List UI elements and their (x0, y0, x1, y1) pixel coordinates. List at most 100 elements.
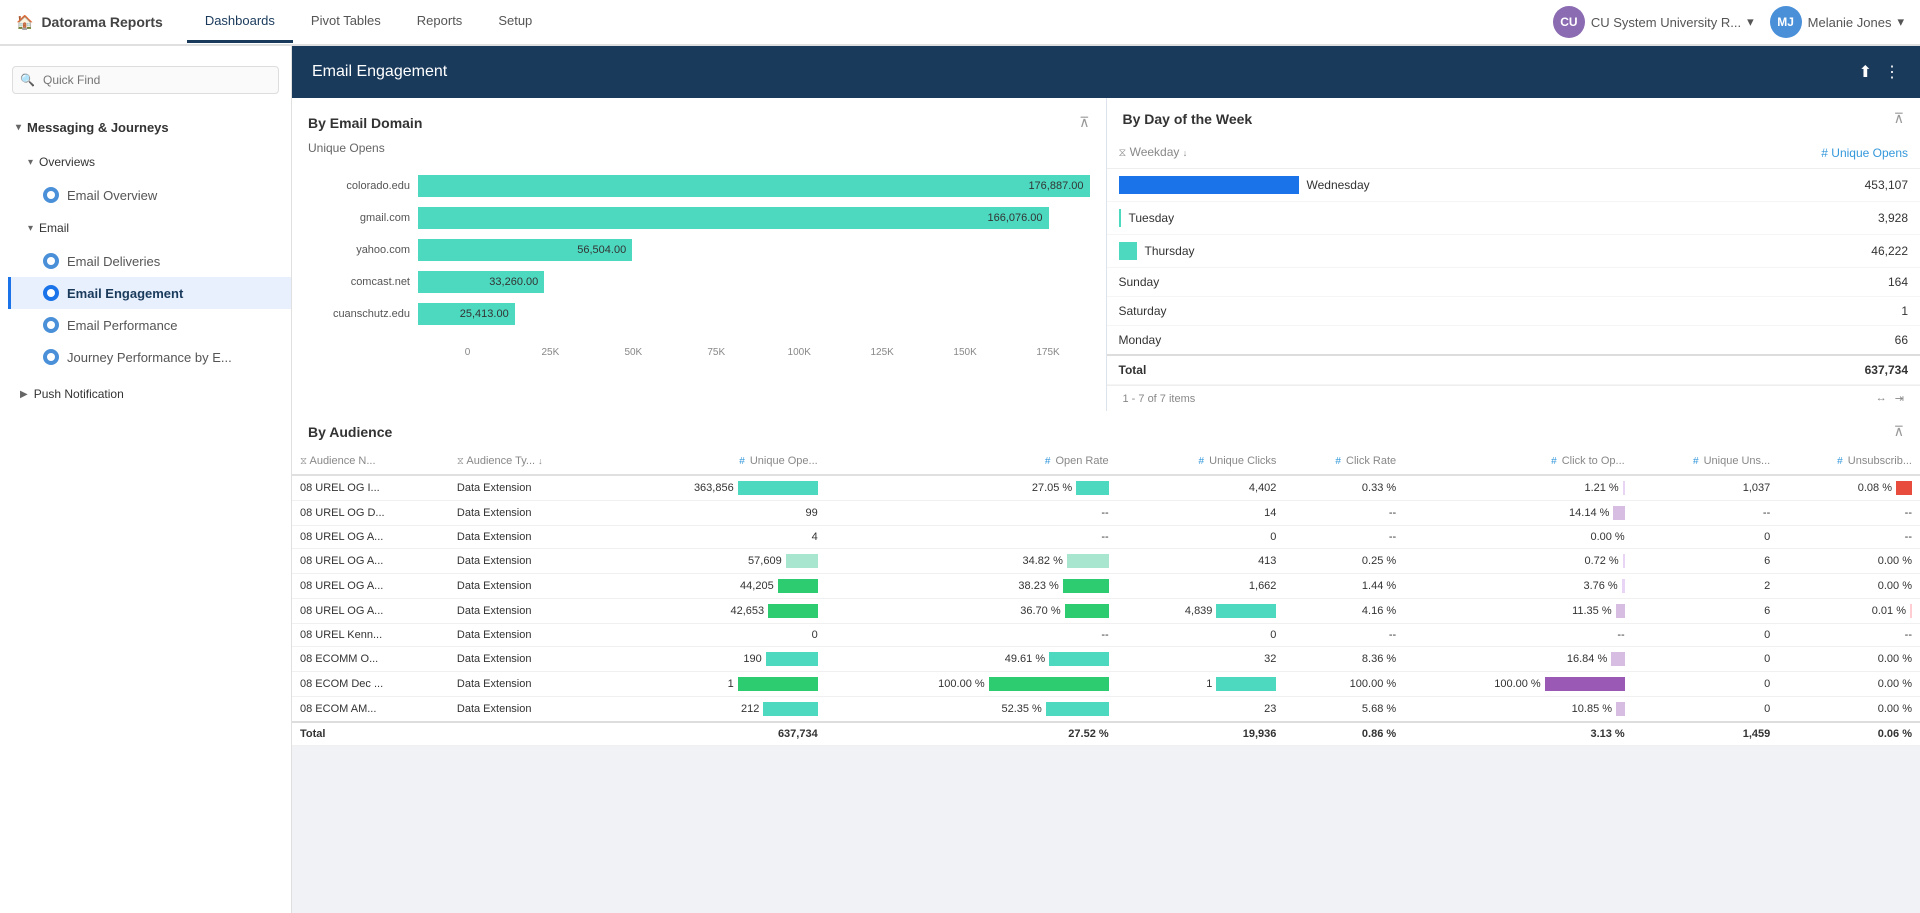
email-domain-bar-chart: colorado.edu 176,887.00 gmail.com 166,07… (308, 167, 1090, 343)
axis-50k: 50K (592, 347, 675, 358)
email-header[interactable]: ▾ Email (8, 211, 291, 245)
click-to-open-cell: 16.84 % (1404, 647, 1633, 672)
unsub-rate-cell: 0.00 % (1778, 647, 1920, 672)
tab-setup[interactable]: Setup (480, 1, 550, 43)
day-of-week-card-header: By Day of the Week ⊼ (1107, 98, 1920, 127)
bar-container-colorado: 176,887.00 (418, 175, 1090, 197)
total-unique-clicks: 19,936 (1117, 722, 1285, 746)
audience-name-cell: 08 UREL OG A... (292, 574, 449, 599)
fullscreen-icon[interactable]: ⇥ (1895, 392, 1904, 405)
open-rate-cell: -- (826, 624, 1117, 647)
total-open-rate: 27.52 % (826, 722, 1117, 746)
col-open-rate-label: Open Rate (1055, 455, 1108, 467)
day-of-week-filter-icon[interactable]: ⊼ (1894, 110, 1904, 127)
sidebar-item-email-performance[interactable]: Email Performance (8, 309, 291, 341)
email-engagement-dot (43, 285, 59, 301)
col-unique-clicks[interactable]: # Unique Clicks (1117, 448, 1285, 475)
sidebar-item-email-deliveries[interactable]: Email Deliveries (8, 245, 291, 277)
col-unique-opens: # Unique Opens (1687, 137, 1920, 169)
bar-value-cuanschutz: 25,413.00 (460, 308, 509, 320)
tab-dashboards[interactable]: Dashboards (187, 1, 293, 43)
unique-unsub-cell: 2 (1633, 574, 1779, 599)
open-rate-cell: 52.35 % (826, 697, 1117, 723)
col-unique-ope[interactable]: # Unique Ope... (608, 448, 826, 475)
unique-unsub-cell: 0 (1633, 647, 1779, 672)
table-row: Wednesday 453,107 (1107, 169, 1920, 202)
sidebar-item-journey-performance[interactable]: Journey Performance by E... (8, 341, 291, 373)
total-unique-opens: 637,734 (608, 722, 826, 746)
expand-icon[interactable]: ↔ (1876, 392, 1887, 405)
more-options-button[interactable]: ⋮ (1884, 62, 1900, 82)
col-unique-unsub[interactable]: # Unique Uns... (1633, 448, 1779, 475)
sidebar-search-area: 🔍 (0, 58, 291, 102)
sidebar-item-email-overview[interactable]: Email Overview (8, 179, 291, 211)
unique-opens-cell: 99 (608, 501, 826, 526)
click-rate-cell: 0.33 % (1284, 475, 1404, 501)
sidebar-section-messaging-header[interactable]: ▾ Messaging & Journeys (0, 110, 291, 145)
col-audience-name[interactable]: ⧖ Audience N... (292, 448, 449, 475)
bar-row-gmail: gmail.com 166,076.00 (308, 207, 1090, 229)
unique-unsub-cell: 1,037 (1633, 475, 1779, 501)
overviews-header[interactable]: ▾ Overviews (8, 145, 291, 179)
unique-clicks-col-icon: # (1199, 456, 1205, 467)
unsub-rate-cell: -- (1778, 501, 1920, 526)
unique-clicks-cell: 32 (1117, 647, 1285, 672)
col-audience-type[interactable]: ⧖ Audience Ty... ↓ (449, 448, 608, 475)
col-click-rate[interactable]: # Click Rate (1284, 448, 1404, 475)
table-row: Sunday 164 (1107, 268, 1920, 297)
audience-table-row: 08 ECOM Dec ... Data Extension 1 100.00 … (292, 672, 1920, 697)
bar-fill-comcast: 33,260.00 (418, 271, 544, 293)
email-chevron-icon: ▾ (28, 223, 33, 234)
push-notification-label: Push Notification (34, 387, 124, 401)
total-type (449, 722, 608, 746)
bar-label-colorado: colorado.edu (308, 180, 418, 192)
day-total-opens: 637,734 (1687, 355, 1920, 385)
open-rate-cell: 36.70 % (826, 599, 1117, 624)
col-click-to-open[interactable]: # Click to Op... (1404, 448, 1633, 475)
audience-filter-icon[interactable]: ⊼ (1894, 423, 1904, 440)
push-notification-header[interactable]: ▶ Push Notification (0, 377, 291, 411)
unique-opens-cell: 44,205 (608, 574, 826, 599)
sort-weekday-icon[interactable]: ↓ (1183, 148, 1188, 158)
axis-125k: 125K (841, 347, 924, 358)
tab-reports[interactable]: Reports (399, 1, 481, 43)
col-open-rate[interactable]: # Open Rate (826, 448, 1117, 475)
user-name: Melanie Jones (1808, 15, 1892, 30)
workspace-chevron-icon: ▾ (1747, 14, 1754, 30)
day-total-label: Total (1107, 355, 1687, 385)
col-unique-ope-label: Unique Ope... (750, 455, 818, 467)
click-to-open-cell: 1.21 % (1404, 475, 1633, 501)
audience-table-row: 08 UREL Kenn... Data Extension 0 -- 0 --… (292, 624, 1920, 647)
tuesday-opens: 3,928 (1687, 202, 1920, 235)
bar-row-yahoo: yahoo.com 56,504.00 (308, 239, 1090, 261)
day-total-row: Total 637,734 (1107, 355, 1920, 385)
workspace-selector[interactable]: CU CU System University R... ▾ (1553, 6, 1754, 38)
email-domain-filter-icon[interactable]: ⊼ (1079, 114, 1089, 131)
bar-container-cuanschutz: 25,413.00 (418, 303, 1090, 325)
email-overview-label: Email Overview (67, 188, 157, 203)
main-layout: 🔍 ▾ Messaging & Journeys ▾ Overviews Ema… (0, 46, 1920, 913)
app-logo[interactable]: 🏠 Datorama Reports (16, 14, 163, 31)
day-cell-thursday: Thursday (1107, 235, 1687, 268)
audience-header-row: ⧖ Audience N... ⧖ Audience Ty... ↓ # Uni… (292, 448, 1920, 475)
axis-0: 0 (426, 347, 509, 358)
tab-pivot-tables[interactable]: Pivot Tables (293, 1, 399, 43)
unique-clicks-cell: 4,839 (1117, 599, 1285, 624)
monday-label: Monday (1119, 333, 1162, 347)
thursday-label: Thursday (1145, 244, 1195, 258)
audience-table-row: 08 UREL OG A... Data Extension 44,205 38… (292, 574, 1920, 599)
day-cell-tuesday: Tuesday (1107, 202, 1687, 235)
col-unsub-rate[interactable]: # Unsubscrib... (1778, 448, 1920, 475)
workspace-name: CU System University R... (1591, 15, 1741, 30)
user-menu[interactable]: MJ Melanie Jones ▾ (1770, 6, 1904, 38)
open-rate-cell: 49.61 % (826, 647, 1117, 672)
content-area: Email Engagement ⬆ ⋮ By Email Domain ⊼ U… (292, 46, 1920, 913)
sidebar: 🔍 ▾ Messaging & Journeys ▾ Overviews Ema… (0, 46, 292, 913)
quick-find-input[interactable] (12, 66, 279, 94)
sidebar-item-email-engagement[interactable]: Email Engagement (8, 277, 291, 309)
unique-unsub-cell: 0 (1633, 697, 1779, 723)
click-rate-cell: 8.36 % (1284, 647, 1404, 672)
export-button[interactable]: ⬆ (1859, 62, 1872, 82)
overviews-label: Overviews (39, 155, 95, 169)
overviews-subsection: ▾ Overviews Email Overview (0, 145, 291, 211)
